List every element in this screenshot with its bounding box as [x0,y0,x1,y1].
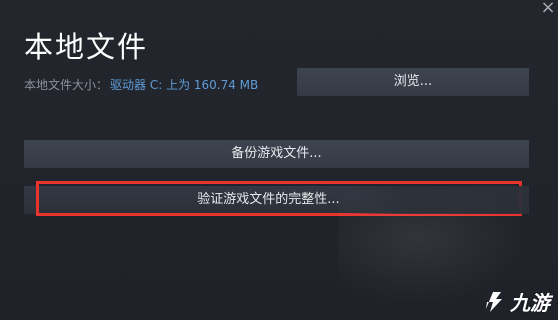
close-icon[interactable]: × [535,0,558,20]
watermark-logo: 九游 [481,286,550,316]
drive-info: 驱动器 C: 上为 160.74 MB [110,78,259,92]
jiuyou-logo-icon [486,292,502,312]
verify-game-files-button[interactable]: 验证游戏文件的完整性... [24,186,529,214]
browse-button[interactable]: 浏览... [297,68,529,96]
local-file-size-row: 本地文件大小： 驱动器 C: 上为 160.74 MB [24,76,258,93]
watermark-overlay [344,186,529,214]
size-label: 本地文件大小： [24,78,109,92]
local-files-panel: × 本地文件 本地文件大小： 驱动器 C: 上为 160.74 MB 浏览... … [0,0,558,320]
page-title: 本地文件 [24,30,149,64]
watermark-logo-text: 九游 [510,290,550,315]
backup-game-files-button[interactable]: 备份游戏文件... [24,140,529,168]
verify-button-label: 验证游戏文件的完整性... [197,192,340,207]
